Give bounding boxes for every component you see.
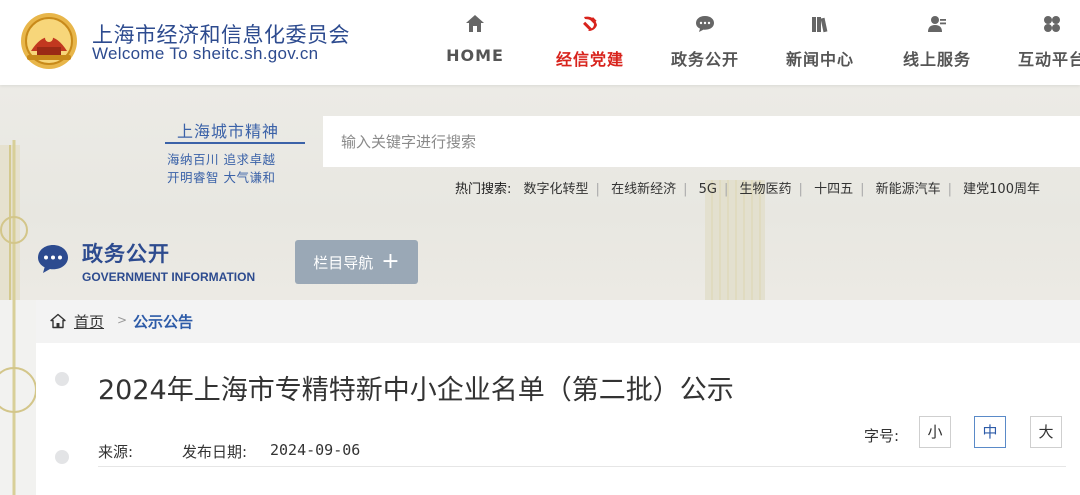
publish-date-value: 2024-09-06 <box>270 441 361 459</box>
city-spirit-line-1: 海纳百川 追求卓越 <box>167 152 276 167</box>
books-icon <box>812 17 828 33</box>
decorative-dot <box>55 450 69 464</box>
font-size-large-button[interactable]: 大 <box>1030 416 1062 448</box>
article-title: 2024年上海市专精特新中小企业名单（第二批）公示 <box>98 375 734 406</box>
hot-term-link[interactable]: 十四五 <box>814 182 853 197</box>
slogan-divider <box>165 142 305 144</box>
nav-online-service-label: 线上服务 <box>902 50 971 69</box>
banner: 上海城市精神 海纳百川 追求卓越 开明睿智 大气谦和 热门搜索: 数字化转型 | … <box>0 85 1080 300</box>
site-header: 上海市经济和信息化委员会 Welcome To sheitc.sh.gov.cn… <box>0 0 1080 85</box>
section-subtitle: GOVERNMENT INFORMATION <box>82 270 256 284</box>
hot-term-separator: | <box>860 182 865 197</box>
nav-news-center[interactable]: 新闻中心 <box>765 12 875 72</box>
source-label: 来源: <box>98 443 134 461</box>
hot-term-link[interactable]: 新能源汽车 <box>876 182 941 197</box>
site-name-en[interactable]: Welcome To sheitc.sh.gov.cn <box>92 44 318 64</box>
hot-term-separator: | <box>683 182 688 197</box>
decorative-dot <box>55 372 69 386</box>
column-navigation-button[interactable]: 栏目导航 + <box>295 240 418 284</box>
chat-bubble-icon <box>696 16 714 32</box>
home-outline-icon <box>50 313 66 329</box>
hot-term-separator: | <box>595 182 600 197</box>
article-card: 首页 > 公示公告 2024年上海市专精特新中小企业名单（第二批）公示 来源: … <box>36 300 1080 495</box>
nav-home-label: HOME <box>446 46 504 65</box>
nav-government-info-label: 政务公开 <box>670 50 739 69</box>
nav-online-service[interactable]: 线上服务 <box>882 12 992 72</box>
plus-icon: + <box>381 249 400 274</box>
hot-search-label: 热门搜索: <box>455 182 512 197</box>
hot-term-link[interactable]: 数字化转型 <box>524 182 589 197</box>
hot-term-link[interactable]: 5G <box>699 182 717 197</box>
nav-news-center-label: 新闻中心 <box>785 50 854 69</box>
user-service-icon <box>928 16 946 32</box>
hot-term-separator: | <box>723 182 729 197</box>
breadcrumb-separator: > <box>117 313 128 327</box>
chat-bubble-icon <box>38 245 68 273</box>
font-size-medium-button[interactable]: 中 <box>974 416 1006 448</box>
meta-divider <box>98 466 1066 467</box>
hot-term-link[interactable]: 建党100周年 <box>963 182 1040 197</box>
publish-date-label: 发布日期: <box>182 443 248 461</box>
nav-party-building-label: 经信党建 <box>555 50 624 69</box>
nav-interaction-platform-label: 互动平台 <box>1017 50 1080 69</box>
hot-search-bar: 热门搜索: 数字化转型 | 在线新经济 | 5G | 生物医药 | 十四五 | 新能源汽车… <box>455 178 1040 197</box>
hammer-sickle-icon <box>583 16 597 31</box>
pearl-tower-decoration <box>0 140 37 495</box>
column-navigation-label: 栏目导航 <box>313 253 374 272</box>
breadcrumb: 首页 > 公示公告 <box>36 300 1080 343</box>
breadcrumb-current[interactable]: 公示公告 <box>133 311 193 332</box>
city-spirit-title: 上海城市精神 <box>177 122 280 141</box>
search-input[interactable] <box>323 116 1080 167</box>
government-emblem-logo[interactable] <box>19 11 79 71</box>
font-size-small-button[interactable]: 小 <box>919 416 951 448</box>
font-size-label: 字号: <box>864 427 900 445</box>
nav-party-building[interactable]: 经信党建 <box>535 12 645 72</box>
nav-home[interactable]: HOME <box>420 12 530 72</box>
home-icon <box>466 15 484 32</box>
section-title: 政务公开 <box>82 242 170 266</box>
hot-term-link[interactable]: 在线新经济 <box>611 182 676 197</box>
hot-term-separator: | <box>798 182 803 197</box>
interact-icon <box>1044 16 1060 32</box>
nav-interaction-platform[interactable]: 互动平台 <box>997 12 1080 72</box>
hot-term-link[interactable]: 生物医药 <box>740 182 792 197</box>
city-spirit-line-2: 开明睿智 大气谦和 <box>167 170 276 185</box>
nav-government-info[interactable]: 政务公开 <box>650 12 760 72</box>
hot-term-separator: | <box>947 182 953 197</box>
breadcrumb-home-link[interactable]: 首页 <box>74 311 104 332</box>
